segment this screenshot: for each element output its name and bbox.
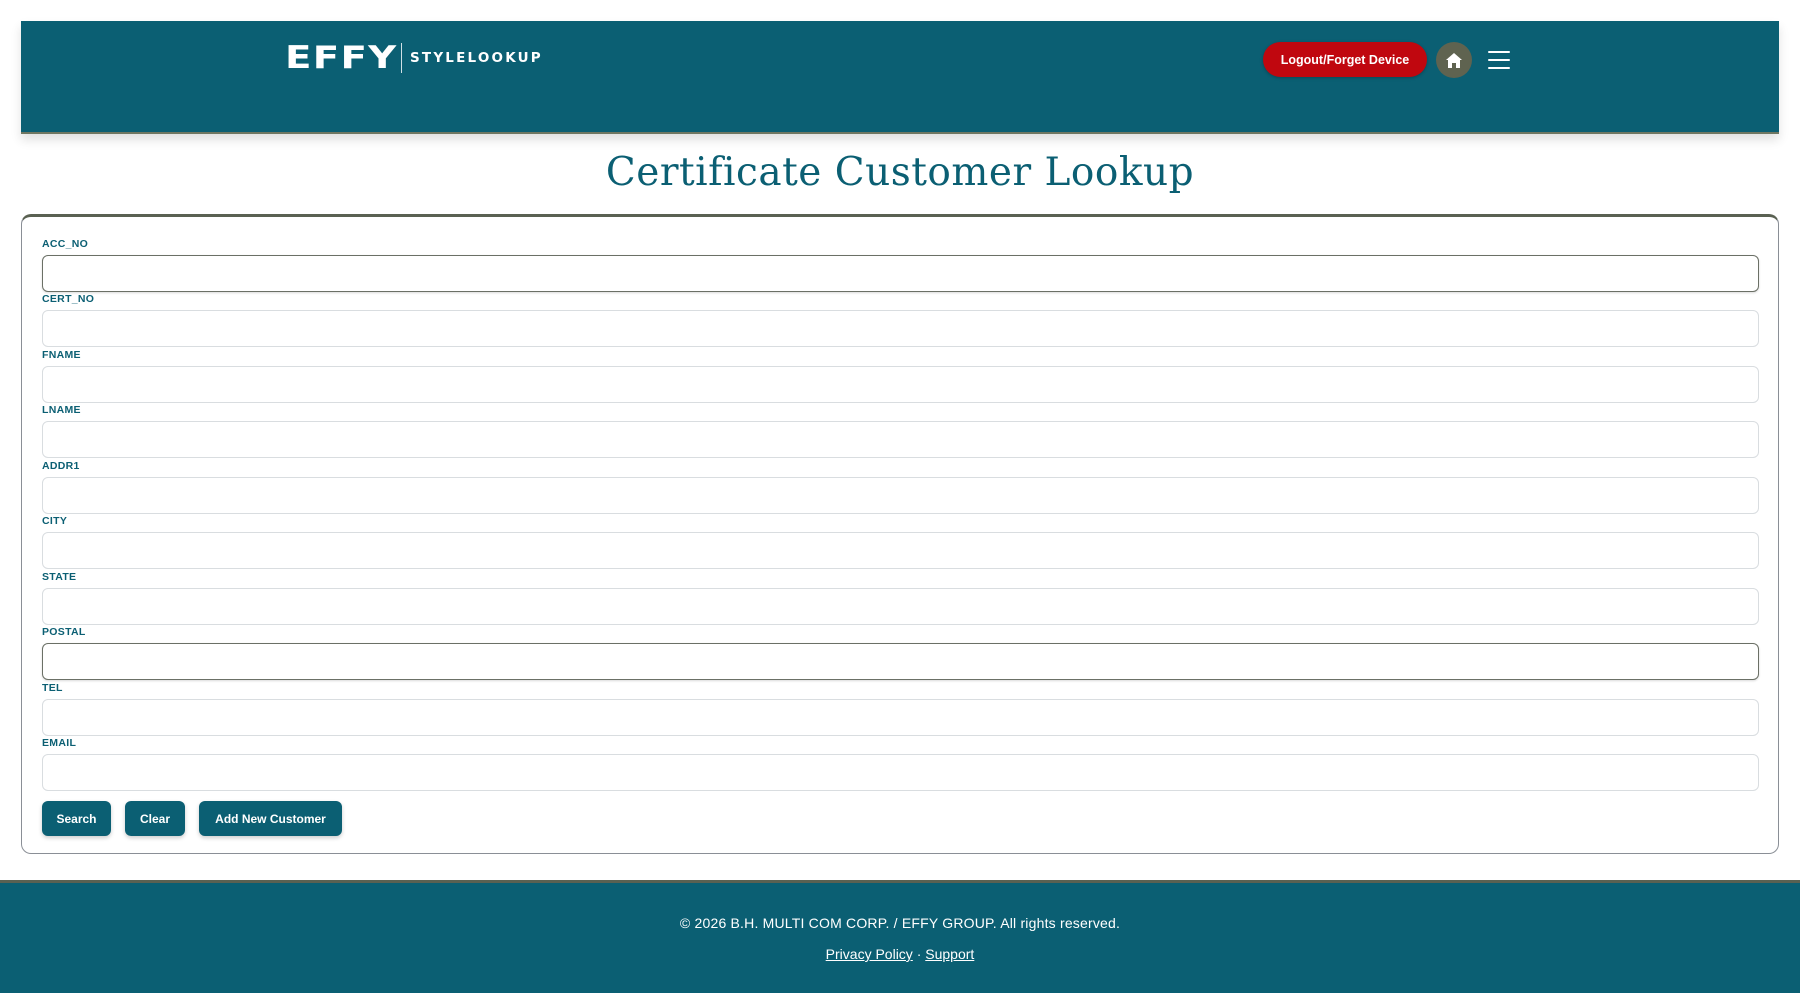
footer-separator: · <box>916 946 922 962</box>
home-button[interactable] <box>1436 42 1472 78</box>
home-icon <box>1446 52 1462 68</box>
acc-no-input[interactable] <box>42 255 1759 292</box>
city-label: CITY <box>42 515 68 527</box>
privacy-policy-link[interactable]: Privacy Policy <box>826 946 913 962</box>
search-button[interactable]: Search <box>42 801 111 836</box>
tel-input[interactable] <box>42 699 1759 736</box>
state-input[interactable] <box>42 588 1759 625</box>
acc-no-label: ACC_NO <box>42 238 89 250</box>
cert-no-input[interactable] <box>42 310 1759 347</box>
postal-input[interactable] <box>42 643 1759 680</box>
logo-text: STYLELOOKUP <box>409 50 543 66</box>
top-header: EFFY STYLELOOKUP Logout/Forget Device <box>21 21 1779 134</box>
hamburger-menu-icon[interactable] <box>1488 49 1510 71</box>
fname-input[interactable] <box>42 366 1759 403</box>
page-title: Certificate Customer Lookup <box>605 150 1195 195</box>
postal-label: POSTAL <box>42 626 86 638</box>
menu-line <box>1488 59 1510 61</box>
clear-button[interactable]: Clear <box>125 801 185 836</box>
customer-lookup-form: ACC_NO CERT_NO FNAME LNAME ADDR1 CITY ST… <box>21 214 1779 854</box>
email-label: EMAIL <box>42 737 77 749</box>
lname-input[interactable] <box>42 421 1759 458</box>
lname-label: LNAME <box>42 404 81 416</box>
footer-copyright: © 2026 B.H. MULTI COM CORP. / EFFY GROUP… <box>679 915 1121 931</box>
menu-line <box>1488 67 1510 69</box>
logout-forget-device-button[interactable]: Logout/Forget Device <box>1263 42 1427 77</box>
logo-mark: EFFY <box>285 40 398 76</box>
effy-logo[interactable]: EFFY STYLELOOKUP <box>285 41 543 75</box>
cert-no-label: CERT_NO <box>42 293 95 305</box>
addr1-input[interactable] <box>42 477 1759 514</box>
footer-links: Privacy Policy · Support <box>0 946 1800 962</box>
page-footer: © 2026 B.H. MULTI COM CORP. / EFFY GROUP… <box>0 880 1800 993</box>
menu-line <box>1488 51 1510 53</box>
tel-label: TEL <box>42 682 63 694</box>
addr1-label: ADDR1 <box>42 460 80 472</box>
state-label: STATE <box>42 571 77 583</box>
add-new-customer-button[interactable]: Add New Customer <box>199 801 342 836</box>
logo-divider <box>400 43 402 73</box>
email-input[interactable] <box>42 754 1759 791</box>
fname-label: FNAME <box>42 349 81 361</box>
city-input[interactable] <box>42 532 1759 569</box>
support-link[interactable]: Support <box>925 946 974 962</box>
